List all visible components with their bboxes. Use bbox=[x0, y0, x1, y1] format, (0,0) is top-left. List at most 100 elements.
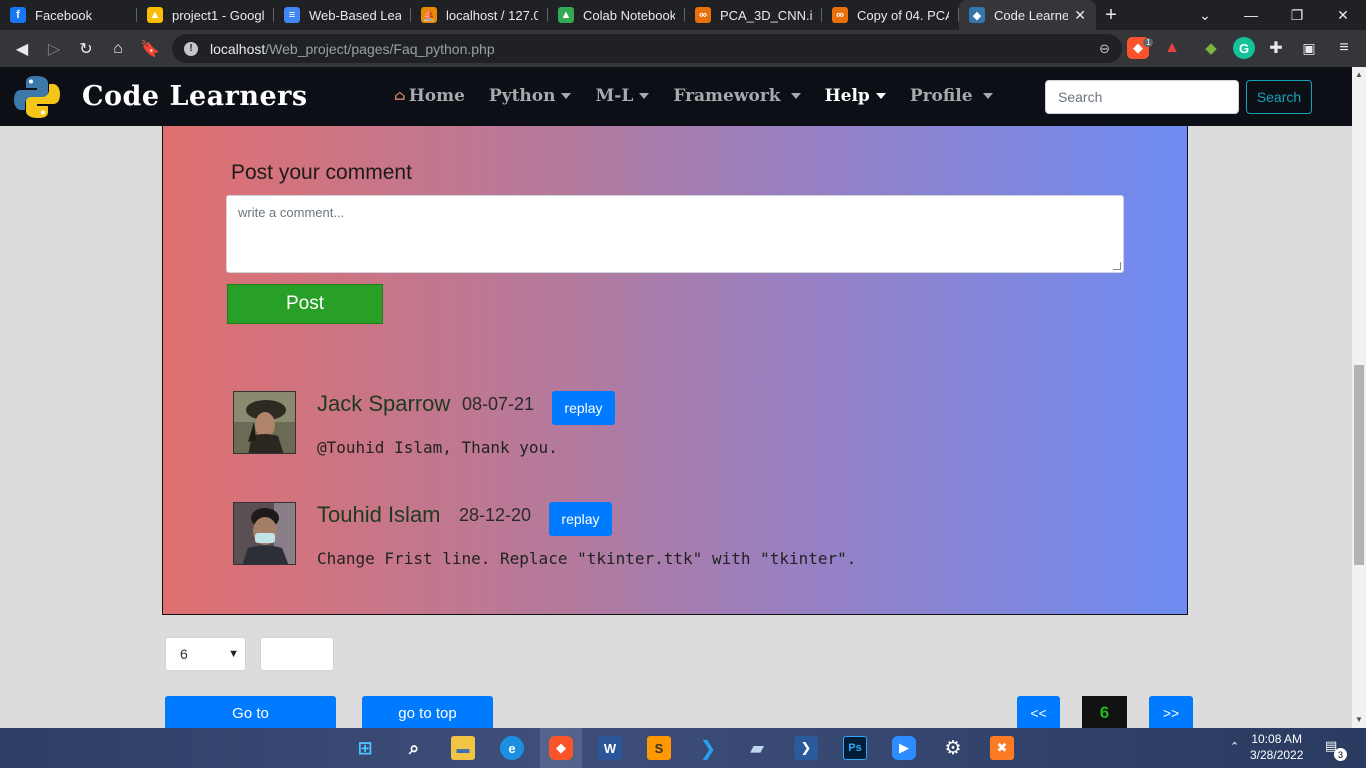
xampp-icon[interactable]: ✖ bbox=[990, 736, 1014, 760]
notification-count-badge: 3 bbox=[1334, 748, 1347, 761]
bookmark-icon[interactable]: 🔖 bbox=[134, 33, 166, 65]
phpmyadmin-icon: ⛵ bbox=[421, 7, 437, 23]
scroll-thumb[interactable] bbox=[1354, 365, 1364, 565]
browser-tab[interactable]: ∞ PCA_3D_CNN.ipynb bbox=[685, 0, 822, 30]
nav-python-label: Python bbox=[488, 86, 556, 106]
caret-down-icon bbox=[790, 93, 801, 99]
browser-tab-title: Copy of 04. PCA+N bbox=[857, 7, 949, 23]
browser-tab[interactable]: ∞ Copy of 04. PCA+N bbox=[822, 0, 959, 30]
browser-tab[interactable]: ≡ Web-Based Learnin bbox=[274, 0, 411, 30]
new-tab-button[interactable]: + bbox=[1096, 0, 1126, 30]
brave-icon[interactable]: ◆ bbox=[549, 736, 573, 760]
nav-profile[interactable]: Profile bbox=[910, 86, 993, 106]
back-icon[interactable]: ◀ bbox=[6, 33, 38, 65]
prev-page-button[interactable]: << bbox=[1017, 696, 1060, 730]
nav-help[interactable]: Help bbox=[825, 86, 886, 106]
main-menu: ⌂ Home Python M-L Framework Help Profile bbox=[394, 86, 1017, 106]
colab-icon: ∞ bbox=[832, 7, 848, 23]
brand-name[interactable]: Code Learners bbox=[82, 81, 308, 112]
google-drive-icon: ▲ bbox=[558, 7, 574, 23]
close-tab-icon[interactable]: ✕ bbox=[1068, 7, 1086, 24]
chevron-down-icon: ▼ bbox=[228, 648, 239, 660]
windows-start-icon[interactable]: ⊞ bbox=[353, 736, 377, 760]
comment-textarea[interactable]: write a comment... bbox=[226, 195, 1124, 273]
grammarly-icon[interactable]: G bbox=[1233, 37, 1255, 59]
sublime-text-icon[interactable]: S bbox=[647, 736, 671, 760]
brave-rewards-icon[interactable]: ▲ bbox=[1161, 37, 1183, 59]
vscode-icon[interactable]: ❯ bbox=[696, 736, 720, 760]
clock-time: 10:08 AM bbox=[1251, 732, 1303, 746]
extensions-puzzle-icon[interactable]: ✚ bbox=[1265, 37, 1287, 59]
photoshop-icon[interactable]: Ps bbox=[843, 736, 867, 760]
goto-button[interactable]: Go to bbox=[165, 696, 336, 730]
wallet-icon[interactable]: ▣ bbox=[1298, 37, 1320, 59]
menu-icon[interactable]: ≡ bbox=[1333, 37, 1355, 59]
browser-tab[interactable]: ▲ project1 - Google D bbox=[137, 0, 274, 30]
comment-heading: Post your comment bbox=[231, 161, 412, 184]
nav-python[interactable]: Python bbox=[489, 86, 572, 106]
resize-grip-icon[interactable] bbox=[1113, 262, 1121, 270]
close-window-icon[interactable]: ✕ bbox=[1320, 7, 1366, 24]
page-number-input[interactable] bbox=[260, 637, 334, 671]
notepad-icon[interactable]: ▰ bbox=[745, 736, 769, 760]
zoom-app-icon[interactable]: ▶ bbox=[892, 736, 916, 760]
os-taskbar: ⊞ ⌕ ▬ e ◆ W S ❯ ▰ ❯ Ps ▶ ⚙ ✖ ⌃ 10:08 AM … bbox=[0, 728, 1366, 768]
caret-down-icon bbox=[982, 93, 993, 99]
browser-tab[interactable]: ◆ Code Learners✕ bbox=[959, 0, 1096, 30]
python-logo-icon[interactable] bbox=[13, 73, 61, 121]
comment-author: Jack Sparrow bbox=[317, 391, 451, 416]
site-navbar: Code Learners ⌂ Home Python M-L Framewor… bbox=[0, 67, 1352, 126]
page-scrollbar[interactable]: ▲ ▼ bbox=[1352, 67, 1366, 728]
caret-down-icon bbox=[639, 93, 650, 99]
nav-ml-label: M-L bbox=[595, 86, 634, 106]
address-bar[interactable]: ! localhost /Web_project/pages/Faq_pytho… bbox=[172, 34, 1122, 63]
clock-date: 3/28/2022 bbox=[1250, 748, 1304, 762]
site-search-button[interactable]: Search bbox=[1246, 80, 1312, 114]
avatar-image bbox=[234, 503, 295, 564]
page-content: Post your comment write a comment... Pos… bbox=[0, 126, 1352, 730]
page-number-select[interactable]: 6 ▼ bbox=[165, 637, 246, 671]
home-icon: ⌂ bbox=[394, 88, 406, 104]
nav-framework-label: Framework bbox=[673, 86, 781, 106]
zoom-icon[interactable]: ⊖ bbox=[1099, 41, 1110, 57]
tab-list: f Facebook ▲ project1 - Google D ≡ Web-Based … bbox=[0, 0, 1096, 30]
site-info-icon[interactable]: ! bbox=[184, 41, 198, 56]
site-search-input[interactable]: Search bbox=[1045, 80, 1239, 114]
extension-icon[interactable]: ◆ bbox=[1200, 37, 1222, 59]
file-explorer-icon[interactable]: ▬ bbox=[451, 736, 475, 760]
reload-icon[interactable]: ↻ bbox=[70, 33, 102, 65]
nav-framework[interactable]: Framework bbox=[673, 86, 801, 106]
caret-down-icon bbox=[561, 93, 572, 99]
scroll-down-icon[interactable]: ▼ bbox=[1355, 715, 1363, 724]
nav-home[interactable]: ⌂ Home bbox=[394, 86, 465, 106]
colab-icon: ∞ bbox=[695, 7, 711, 23]
edge-icon[interactable]: e bbox=[500, 736, 524, 760]
nav-ml[interactable]: M-L bbox=[595, 86, 650, 106]
url-path: /Web_project/pages/Faq_python.php bbox=[265, 40, 495, 57]
go-to-top-button[interactable]: go to top bbox=[362, 696, 493, 730]
forward-icon[interactable]: ▷ bbox=[38, 33, 70, 65]
next-page-button[interactable]: >> bbox=[1149, 696, 1193, 730]
avatar-image bbox=[234, 392, 295, 453]
browser-tab[interactable]: ⛵ localhost / 127.0.0. bbox=[411, 0, 548, 30]
tray-chevron-up-icon[interactable]: ⌃ bbox=[1230, 740, 1239, 753]
browser-tab[interactable]: f Facebook bbox=[0, 0, 137, 30]
reply-button[interactable]: replay bbox=[552, 391, 615, 425]
browser-tab-title: localhost / 127.0.0. bbox=[446, 7, 538, 23]
browser-tab-title: PCA_3D_CNN.ipynb bbox=[720, 7, 812, 23]
system-clock[interactable]: 10:08 AM 3/28/2022 bbox=[1250, 731, 1303, 763]
browser-tab[interactable]: ▲ Colab Notebooks - bbox=[548, 0, 685, 30]
home-browser-icon[interactable]: ⌂ bbox=[102, 33, 134, 65]
reply-button[interactable]: replay bbox=[549, 502, 612, 536]
tab-search-chevron-icon[interactable]: ⌄ bbox=[1182, 7, 1228, 24]
powershell-icon[interactable]: ❯ bbox=[794, 736, 818, 760]
browser-tab-title: project1 - Google D bbox=[172, 7, 264, 23]
restore-icon[interactable]: ❐ bbox=[1274, 7, 1320, 24]
word-icon[interactable]: W bbox=[598, 736, 622, 760]
search-icon[interactable]: ⌕ bbox=[402, 736, 426, 760]
caret-down-icon bbox=[875, 93, 886, 99]
post-button[interactable]: Post bbox=[227, 284, 383, 324]
settings-gear-icon[interactable]: ⚙ bbox=[941, 736, 965, 760]
scroll-up-icon[interactable]: ▲ bbox=[1355, 70, 1363, 79]
minimize-icon[interactable]: — bbox=[1228, 7, 1274, 23]
